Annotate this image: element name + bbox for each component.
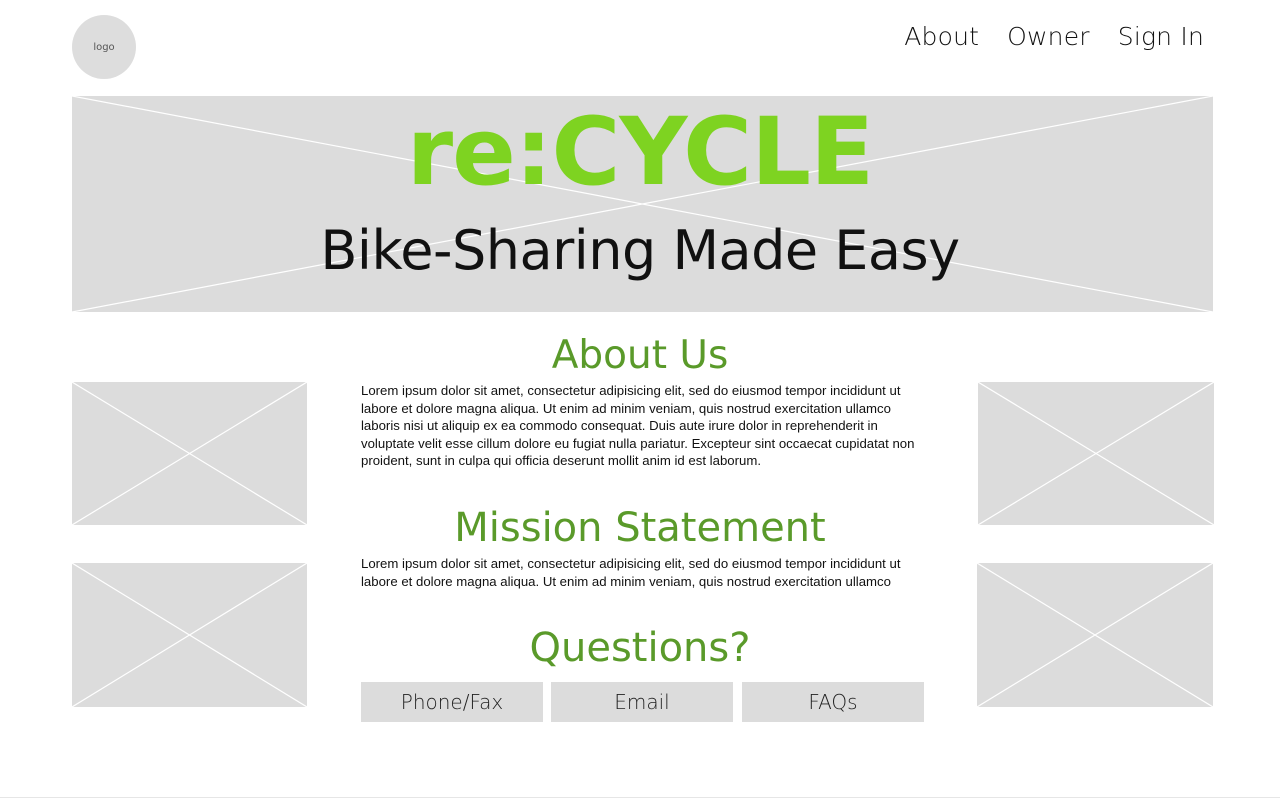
image-placeholder-right-top — [978, 382, 1214, 525]
mission-text: Lorem ipsum dolor sit amet, consectetur … — [361, 556, 901, 589]
nav-link-owner[interactable]: Owner — [1007, 22, 1090, 51]
top-nav: About Owner Sign In — [904, 22, 1204, 51]
image-placeholder-right-bottom — [977, 563, 1213, 707]
logo[interactable]: logo — [72, 15, 136, 79]
about-heading: About Us — [551, 333, 729, 378]
about-text: Lorem ipsum dolor sit amet, consectetur … — [361, 383, 915, 469]
page-bottom-divider — [0, 797, 1280, 798]
faqs-button[interactable]: FAQs — [742, 682, 924, 722]
image-placeholder-left-top — [72, 382, 307, 525]
brand-title: re:CYCLE — [406, 98, 875, 207]
logo-label: logo — [93, 41, 115, 53]
phone-fax-button[interactable]: Phone/Fax — [361, 682, 543, 722]
nav-link-about[interactable]: About — [904, 22, 979, 51]
nav-link-sign-in[interactable]: Sign In — [1118, 22, 1204, 51]
image-placeholder-left-bottom — [72, 563, 307, 707]
questions-heading: Questions? — [529, 625, 751, 671]
hero-tagline: Bike-Sharing Made Easy — [320, 219, 960, 282]
mission-heading: Mission Statement — [454, 505, 826, 551]
email-button[interactable]: Email — [551, 682, 733, 722]
